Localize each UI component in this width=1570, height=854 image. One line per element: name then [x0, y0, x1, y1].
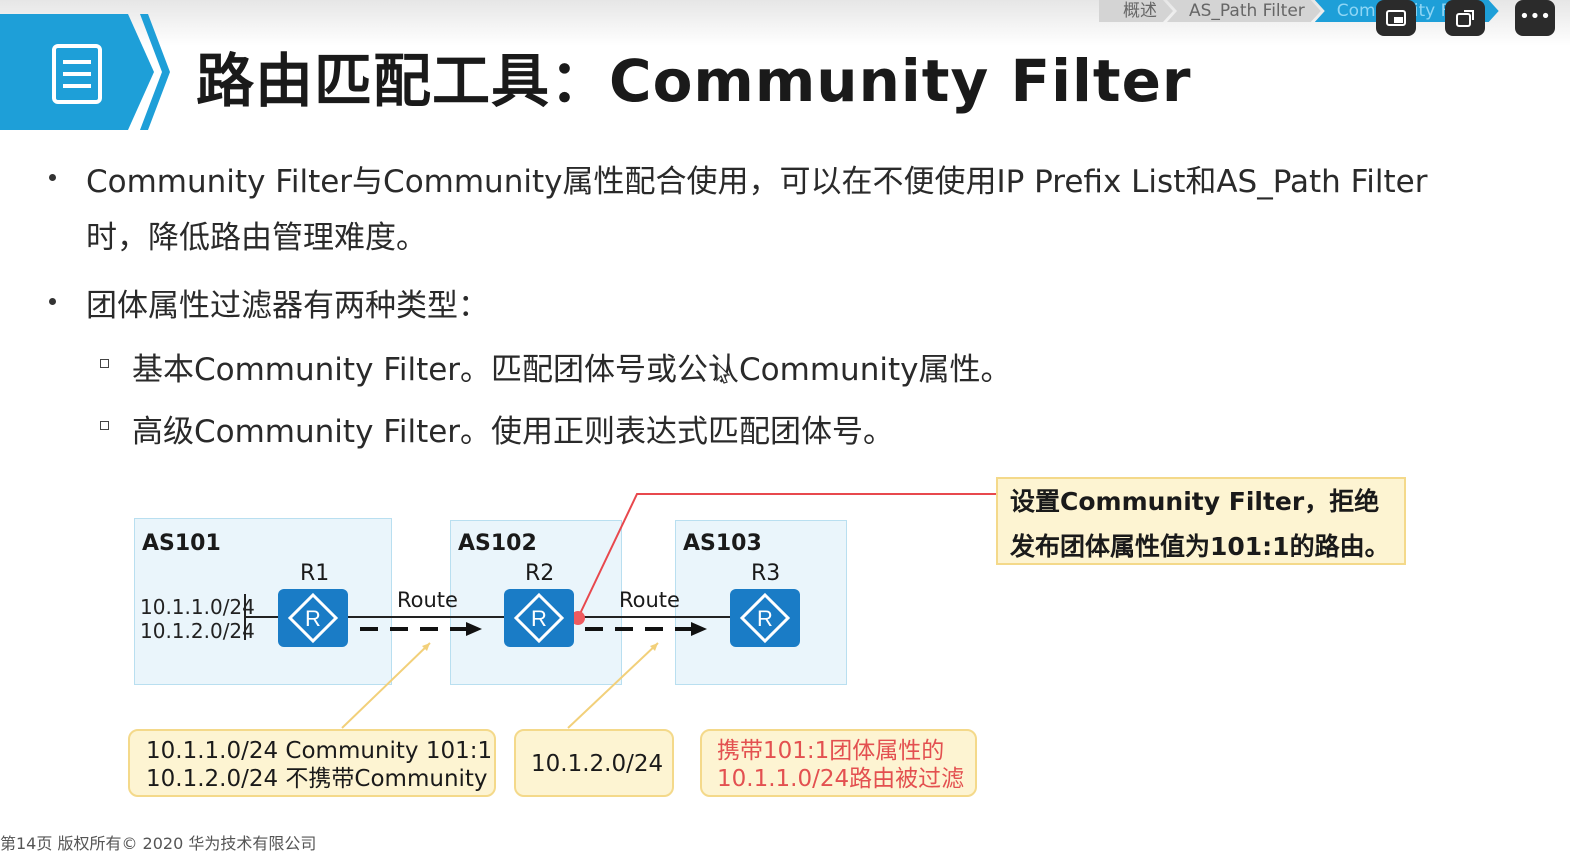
diagram-lines: [244, 493, 996, 729]
note-box-2: 10.1.2.0/24: [514, 729, 674, 797]
note-3-line-1: 携带101:1团体属性的: [717, 738, 945, 764]
callout-line-1: 设置Community Filter，拒绝: [1010, 487, 1380, 516]
note-1-line-1: 10.1.1.0/24 Community 101:1: [146, 738, 493, 764]
note-3-line-2: 10.1.1.0/24路由被过滤: [717, 766, 965, 792]
callout-line-2: 发布团体属性值为101:1的路由。: [1010, 532, 1390, 561]
note-2-text: 10.1.2.0/24: [531, 751, 664, 777]
route-label-1: Route: [397, 588, 458, 612]
note-1-line-2: 10.1.2.0/24 不携带Community: [146, 766, 488, 792]
router-r3-icon: R: [730, 589, 800, 647]
svg-text:R: R: [757, 606, 773, 631]
r2-overlay: [504, 589, 574, 647]
callout-box: 设置Community Filter，拒绝 发布团体属性值为101:1的路由。: [996, 477, 1406, 565]
router-r1-icon: R: [278, 589, 348, 647]
footer-text: 第14页 版权所有© 2020 华为技术有限公司: [0, 834, 317, 853]
note-box-1: 10.1.1.0/24 Community 101:1 10.1.2.0/24 …: [128, 729, 496, 797]
prefix-2: 10.1.2.0/24: [140, 619, 255, 643]
svg-text:R: R: [305, 606, 321, 631]
note-box-3: 携带101:1团体属性的 10.1.1.0/24路由被过滤: [700, 729, 977, 797]
route-label-2: Route: [619, 588, 680, 612]
prefix-1: 10.1.1.0/24: [140, 595, 255, 619]
